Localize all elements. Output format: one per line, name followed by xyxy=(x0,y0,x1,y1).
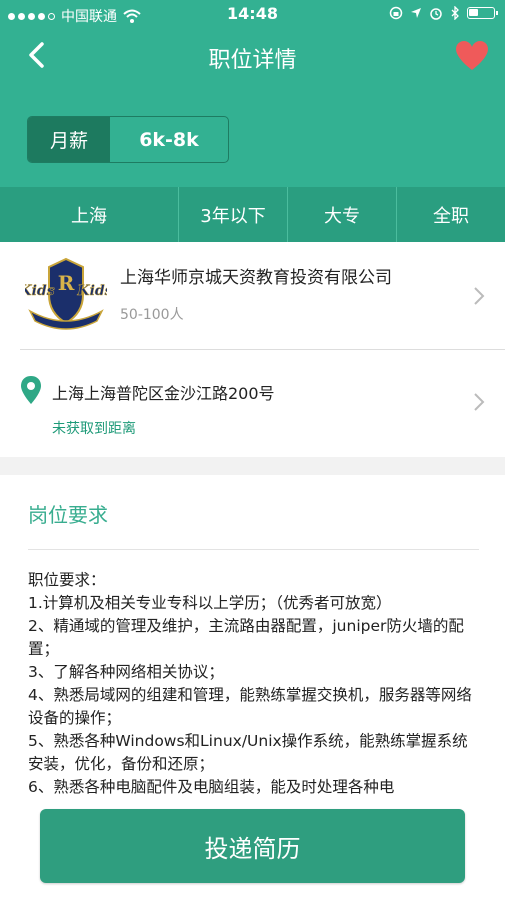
battery-icon xyxy=(467,7,498,19)
favorite-heart-icon[interactable] xyxy=(455,40,489,72)
location-pin-icon xyxy=(21,376,41,404)
company-size: 50-100人 xyxy=(120,307,184,323)
location-arrow-icon xyxy=(411,8,421,18)
salary-label: 月薪 xyxy=(28,117,110,162)
salary-value: 6k-8k xyxy=(139,128,199,151)
chevron-right-icon xyxy=(474,287,485,305)
address-text: 上海上海普陀区金沙江路200号 xyxy=(52,384,275,403)
requirement-line: 6、熟悉各种电脑配件及电脑组装，能及时处理各种电 xyxy=(28,778,395,796)
chevron-right-icon xyxy=(474,393,485,411)
requirement-line: 2、精通域的管理及维护，主流路由器配置，juniper防火墙的配置； xyxy=(28,617,464,658)
company-logo: R Kids Kids xyxy=(25,255,107,333)
tag-location: 上海 xyxy=(0,187,179,242)
status-bar: 中国联通 14:48 xyxy=(0,0,505,30)
tag-experience: 3年以下 xyxy=(179,187,288,242)
page-title: 职位详情 xyxy=(208,48,297,73)
distance-text: 未获取到距离 xyxy=(52,421,136,437)
nav-bar: 职位详情 xyxy=(0,30,505,84)
job-tags: 上海 3年以下 大专 全职 xyxy=(0,187,505,242)
requirements-title: 岗位要求 xyxy=(28,503,108,527)
requirement-line: 5、熟悉各种Windows和Linux/Unix操作系统，能熟练掌握系统安装，优… xyxy=(28,732,468,773)
requirements-body: 职位要求： 1.计算机及相关专业专科以上学历；（优秀者可放宽） 2、精通域的管理… xyxy=(28,569,480,799)
requirements-divider xyxy=(28,549,479,550)
tag-job-type: 全职 xyxy=(433,205,469,227)
svg-text:Kids: Kids xyxy=(25,283,55,299)
requirement-line: 职位要求： xyxy=(28,571,106,589)
svg-text:Kids: Kids xyxy=(76,283,107,299)
submit-resume-button[interactable]: 投递简历 xyxy=(40,809,465,883)
address-row[interactable]: 上海上海普陀区金沙江路200号 未获取到距离 xyxy=(0,350,505,457)
requirement-line: 1.计算机及相关专业专科以上学历；（优秀者可放宽） xyxy=(28,594,392,612)
company-name: 上海华师京城天资教育投资有限公司 xyxy=(120,268,392,288)
salary-box: 月薪 6k-8k xyxy=(27,116,229,163)
tag-education: 大专 xyxy=(288,187,397,242)
requirement-line: 4、熟悉局域网的组建和管理，能熟练掌握交换机，服务器等网络设备的操作； xyxy=(28,686,472,727)
svg-text:R: R xyxy=(58,271,75,295)
bluetooth-icon xyxy=(451,6,459,20)
rotation-lock-icon xyxy=(389,6,403,20)
info-card: R Kids Kids 上海华师京城天资教育投资有限公司 50-100人 上海上… xyxy=(0,242,505,457)
status-right xyxy=(389,6,498,20)
company-row[interactable]: R Kids Kids 上海华师京城天资教育投资有限公司 50-100人 xyxy=(0,242,505,349)
requirement-line: 3、了解各种网络相关协议； xyxy=(28,663,224,681)
alarm-icon xyxy=(430,8,442,20)
